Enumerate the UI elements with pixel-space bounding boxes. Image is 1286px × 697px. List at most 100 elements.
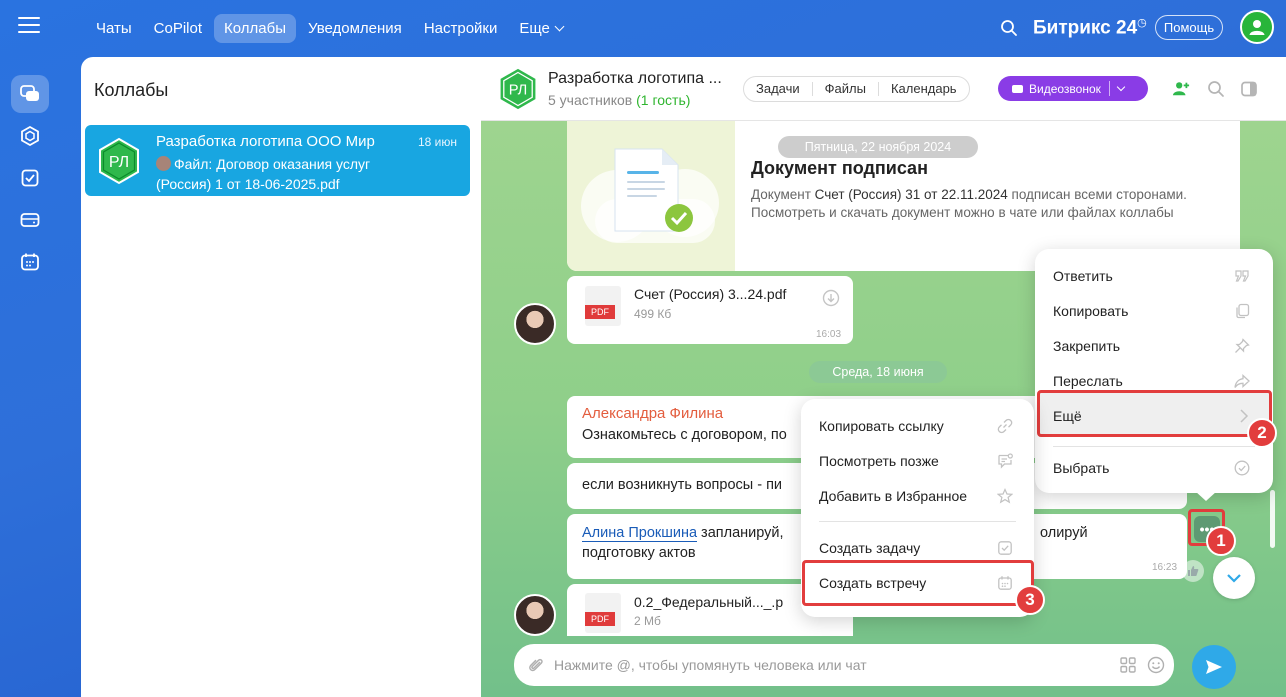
message-time: 16:03 [816, 329, 842, 340]
chevron-down-icon[interactable] [1116, 82, 1126, 92]
nav-chats[interactable]: Чаты [86, 14, 142, 43]
rail-collabs[interactable] [11, 117, 49, 155]
link-icon [997, 418, 1013, 434]
attach-icon[interactable] [527, 656, 545, 674]
nav-settings[interactable]: Настройки [414, 14, 508, 43]
sidebar-toggle-icon[interactable] [1240, 80, 1258, 98]
clock-icon: ◷ [1137, 17, 1147, 29]
menu-copy[interactable]: Копировать [1053, 303, 1128, 319]
user-avatar[interactable] [1240, 10, 1274, 44]
chat-icon [20, 85, 39, 101]
chat-item-date: 18 июн [418, 135, 458, 149]
highlight-box [802, 560, 1034, 606]
menu-forward[interactable]: Переслать [1053, 373, 1123, 389]
star-icon [997, 488, 1013, 504]
menu-select[interactable]: Выбрать [1053, 460, 1109, 476]
comment-later-icon [998, 453, 1013, 469]
highlight-box [1037, 390, 1272, 437]
file-size: 499 Кб [634, 307, 672, 321]
doc-text-name: Счет (Россия) 31 от 22.11.2024 [814, 187, 1008, 202]
message-input-placeholder: Нажмите @, чтобы упомянуть человека или … [554, 657, 867, 673]
date-separator: Пятница, 22 ноября 2024 [778, 136, 978, 158]
hexagon-icon [21, 126, 39, 146]
nav-notifications[interactable]: Уведомления [298, 14, 412, 43]
apps-icon[interactable] [1120, 657, 1136, 673]
collab-avatar: РЛ [99, 137, 139, 185]
download-icon[interactable] [822, 289, 840, 307]
rail-drive[interactable] [11, 201, 49, 239]
pin-icon [1235, 338, 1250, 353]
rail-chats[interactable] [11, 75, 49, 113]
chat-title[interactable]: Разработка логотипа ... [548, 70, 722, 88]
doc-signed-text: Документ Счет (Россия) 31 от 22.11.2024 … [751, 186, 1231, 222]
top-nav: Чаты CoPilot Коллабы Уведомления Настрой… [86, 12, 575, 44]
help-button[interactable]: Помощь [1155, 15, 1223, 40]
date-separator: Среда, 18 июня [809, 361, 947, 383]
pdf-file-icon: PDF [585, 286, 621, 326]
sender-avatar[interactable] [514, 303, 556, 345]
menu-icon[interactable] [18, 17, 40, 33]
video-call-button[interactable]: Видеозвонок [998, 76, 1148, 101]
chat-item-title: Разработка логотипа ООО Мир [156, 133, 375, 150]
chat-item-subtitle-text: Файл: Договор оказания услуг (Россия) 1 … [156, 156, 371, 192]
message-author[interactable]: Александра Филина [582, 405, 723, 422]
tab-tasks[interactable]: Задачи [744, 82, 813, 96]
chevron-down-icon [1227, 574, 1241, 583]
step-badge-2: 2 [1247, 418, 1277, 448]
chat-item-subtitle: Файл: Договор оказания услуг (Россия) 1 … [156, 154, 406, 194]
submenu-add-favorite[interactable]: Добавить в Избранное [819, 488, 967, 504]
tab-calendar[interactable]: Календарь [879, 82, 969, 96]
brand-logo: Битрикс 24◷ [1033, 16, 1147, 39]
user-mention[interactable]: Алина Прокшина [582, 525, 698, 542]
submenu-create-task[interactable]: Создать задачу [819, 540, 920, 556]
pdf-tag: PDF [585, 305, 615, 319]
submenu-watch-later[interactable]: Посмотреть позже [819, 453, 939, 469]
chevron-down-icon [554, 21, 565, 31]
send-icon [1206, 660, 1222, 674]
nav-collabs[interactable]: Коллабы [214, 13, 297, 43]
header-tabs: Задачи Файлы Календарь [743, 76, 970, 102]
nav-copilot[interactable]: CoPilot [144, 14, 212, 43]
sender-avatar[interactable] [514, 594, 556, 636]
step-badge-3: 3 [1015, 585, 1045, 615]
like-icon [1188, 566, 1199, 576]
user-icon [1249, 20, 1265, 35]
file-name[interactable]: Счет (Россия) 3...24.pdf [634, 286, 786, 302]
message-text-part: запланируй, [697, 525, 784, 541]
message-text: если возникнуть вопросы - пи [582, 477, 783, 493]
add-user-icon[interactable] [1172, 80, 1190, 98]
members-count: 5 участников [548, 92, 633, 108]
nav-more-label: Еще [519, 19, 550, 37]
message-text-part: олируй [1040, 525, 1088, 541]
message-context-menu [1035, 249, 1273, 493]
message-text: Алина Прокшина запланируй, [582, 523, 784, 543]
rail-calendar[interactable] [11, 243, 49, 281]
file-name[interactable]: 0.2_Федеральный..._.р [634, 594, 783, 610]
emoji-icon[interactable] [1147, 656, 1165, 674]
menu-pin[interactable]: Закрепить [1053, 338, 1120, 354]
document-signed-icon [581, 148, 719, 243]
tab-files[interactable]: Файлы [813, 82, 879, 96]
forward-icon [1234, 374, 1250, 388]
brand-name: Битрикс 24 [1033, 17, 1138, 39]
menu-reply[interactable]: Ответить [1053, 268, 1113, 284]
submenu-copy-link[interactable]: Копировать ссылку [819, 418, 944, 434]
search-icon[interactable] [1000, 19, 1018, 37]
send-button[interactable] [1192, 645, 1236, 689]
search-icon[interactable] [1207, 80, 1225, 98]
message-text-part: подготовку актов [582, 545, 696, 561]
menu-arrow [1195, 491, 1217, 501]
like-button[interactable] [1182, 560, 1204, 582]
chat-avatar[interactable]: РЛ [496, 67, 540, 111]
scrollbar-thumb[interactable] [1270, 490, 1275, 548]
scroll-down-button[interactable] [1213, 557, 1255, 599]
task-icon [998, 541, 1012, 555]
copy-icon [1236, 303, 1250, 319]
camera-icon [1012, 84, 1023, 93]
chat-members[interactable]: 5 участников (1 гость) [548, 92, 690, 108]
check-circle-icon [1234, 460, 1250, 476]
doc-signed-title: Документ подписан [751, 158, 928, 178]
rail-tasks[interactable] [11, 159, 49, 197]
nav-more[interactable]: Еще [509, 14, 573, 43]
pdf-tag: PDF [585, 612, 615, 626]
